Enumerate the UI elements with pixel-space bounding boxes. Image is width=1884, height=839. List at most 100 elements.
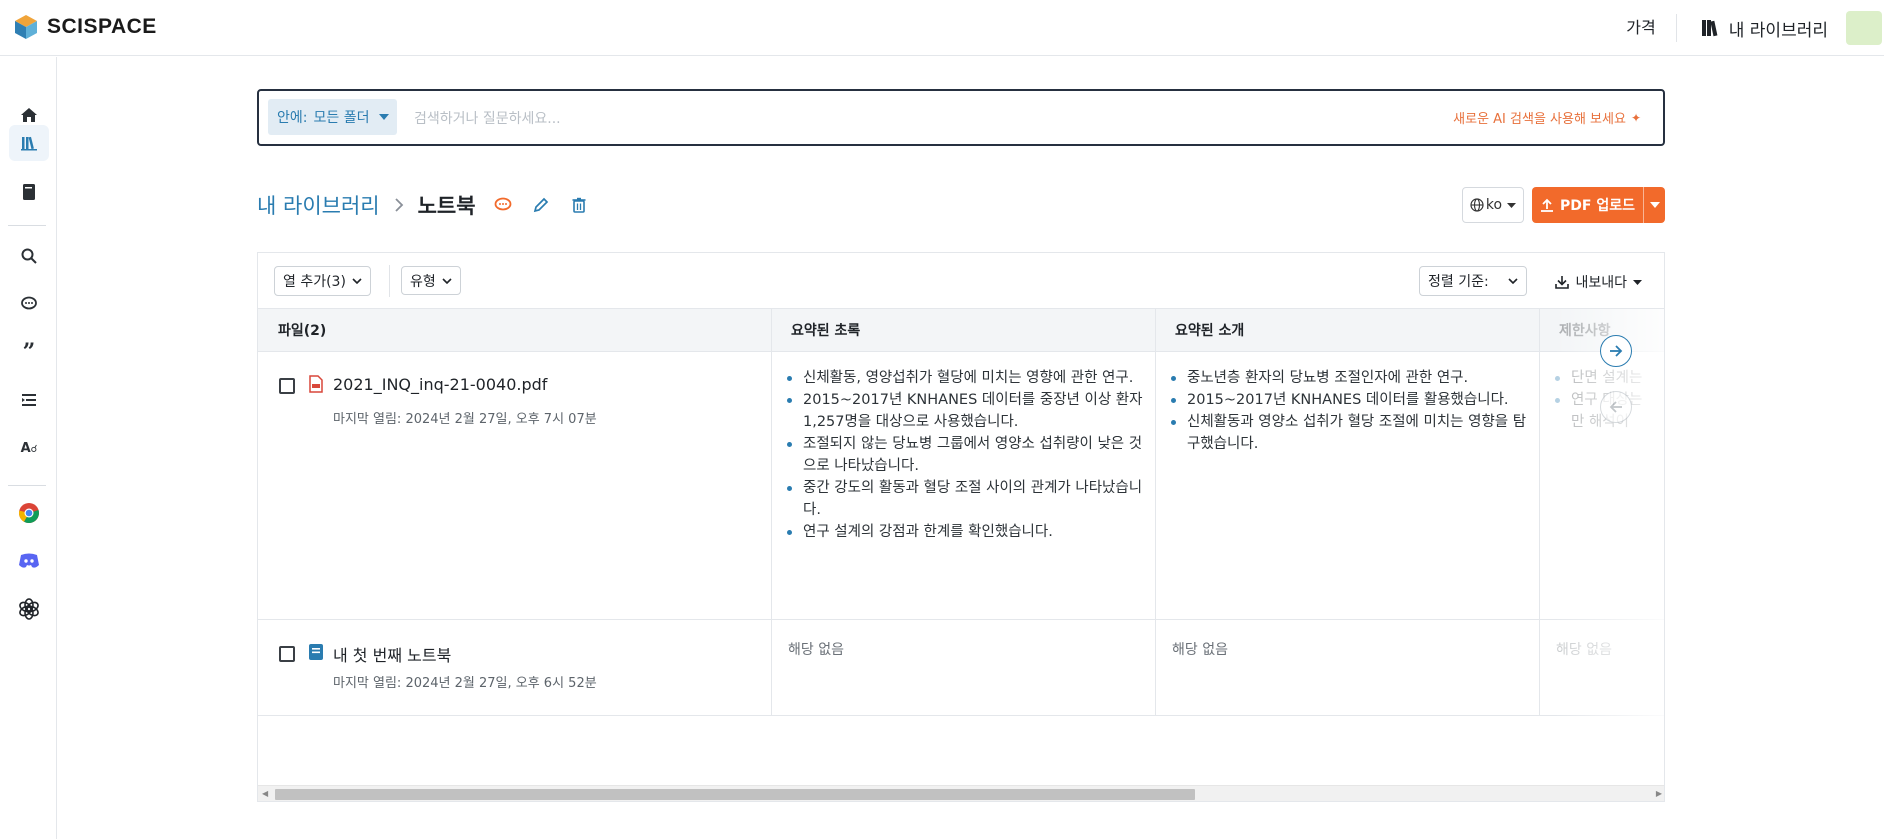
list-item: 중간 강도의 활동과 혈당 조절 사이의 관계가 나타났습니다. xyxy=(779,477,1149,521)
sidebar-outline[interactable] xyxy=(9,382,49,418)
table-row[interactable]: 2021_INQ_inq-21-0040.pdf 마지막 열림: 2024년 2… xyxy=(258,352,1664,620)
pricing-link[interactable]: 가격 xyxy=(1626,14,1677,42)
sidebar-ai-detector[interactable]: A☌ xyxy=(9,430,49,466)
table-row[interactable]: 내 첫 번째 노트북 마지막 열림: 2024년 2월 27일, 오후 6시 5… xyxy=(258,620,1664,716)
list-item: 신체활동과 영양소 섭취가 혈당 조절에 미치는 영향을 탐구했습니다. xyxy=(1163,411,1533,455)
notebook-file-icon xyxy=(309,644,323,660)
language-dropdown[interactable]: ko xyxy=(1462,187,1524,223)
scispace-logo-icon xyxy=(15,15,37,39)
sidebar-citation[interactable]: ” xyxy=(9,334,49,370)
brand-name: SCISPACE xyxy=(47,15,157,38)
sidebar-literature-search[interactable] xyxy=(9,238,49,274)
my-library-label: 내 라이브러리 xyxy=(1728,20,1828,41)
arrow-left-icon xyxy=(1609,401,1622,413)
book-icon xyxy=(23,184,35,200)
openai-icon xyxy=(19,598,39,620)
upload-options-dropdown[interactable] xyxy=(1644,202,1665,208)
chat-pdf-icon xyxy=(21,296,37,310)
sidebar-library[interactable] xyxy=(9,125,49,161)
list-item: 연구 설계의 강점과 한계를 확인했습니다. xyxy=(779,521,1149,543)
sidebar-discord[interactable] xyxy=(9,543,49,579)
sort-label: 정렬 기준: xyxy=(1428,274,1489,290)
sidebar-chat-pdf[interactable] xyxy=(9,286,49,322)
intro-cell[interactable]: 중노년층 환자의 당뇨병 조절인자에 관한 연구. 2015~2017년 KNH… xyxy=(1163,367,1533,455)
list-item: 2015~2017년 KNHANES 데이터를 활용했습니다. xyxy=(1163,389,1533,411)
discord-icon xyxy=(19,553,39,568)
citation-icon: ” xyxy=(22,339,36,365)
column-header-limitations[interactable]: 제한사항 xyxy=(1539,309,1611,351)
my-library-link[interactable]: 내 라이브러리 xyxy=(1701,16,1828,41)
caret-down-icon xyxy=(379,114,390,120)
scispace-logo[interactable]: SCISPACE xyxy=(13,14,157,40)
upload-icon xyxy=(1541,198,1553,212)
pencil-icon xyxy=(533,197,548,213)
type-filter-label: 유형 xyxy=(410,273,436,290)
column-header-intro[interactable]: 요약된 소개 xyxy=(1155,309,1244,351)
scroll-left-button[interactable] xyxy=(1600,391,1632,423)
column-header-file: 파일(2) xyxy=(278,323,327,339)
breadcrumb: 내 라이브러리 노트북 xyxy=(257,190,590,220)
toolbar-divider xyxy=(389,265,390,297)
file-name[interactable]: 내 첫 번째 노트북 xyxy=(333,642,451,666)
chevron-down-icon xyxy=(352,278,362,284)
type-filter-button[interactable]: 유형 xyxy=(401,266,461,295)
intro-cell[interactable]: 해당 없음 xyxy=(1172,639,1228,659)
list-item: 중노년층 환자의 당뇨병 조절인자에 관한 연구. xyxy=(1163,367,1533,389)
ai-search-label: 새로운 AI 검색을 사용해 보세요 xyxy=(1453,112,1626,127)
chrome-extension-icon xyxy=(18,503,39,524)
outline-icon xyxy=(22,394,36,406)
folder-scope-dropdown[interactable]: 안에: 모든 폴더 xyxy=(268,99,398,135)
search-input[interactable]: 검색하거나 질문하세요... xyxy=(414,108,561,128)
abstract-cell[interactable]: 해당 없음 xyxy=(788,639,844,659)
chevron-right-icon xyxy=(394,198,403,212)
rename-button[interactable] xyxy=(530,194,552,216)
row-select-checkbox[interactable] xyxy=(279,378,295,394)
intro-list: 중노년층 환자의 당뇨병 조절인자에 관한 연구. 2015~2017년 KNH… xyxy=(1163,367,1533,455)
chevron-down-icon xyxy=(1508,278,1518,284)
sidebar-chrome-extension[interactable] xyxy=(9,495,49,531)
export-label: 내보내다 xyxy=(1575,275,1627,291)
caret-down-icon xyxy=(1507,202,1517,208)
sidebar-notebook[interactable] xyxy=(9,174,49,210)
caret-down-icon xyxy=(1649,202,1660,208)
add-columns-button[interactable]: 열 추가(3) xyxy=(274,266,371,296)
notebook-table-card: 열 추가(3) 유형 정렬 기준: 내보내다 파일(2) 요약된 초록 요약된 … xyxy=(257,252,1665,802)
language-value: ko xyxy=(1485,197,1503,213)
pdf-upload-main[interactable]: PDF 업로드 xyxy=(1532,187,1644,223)
search-bar[interactable]: 안에: 모든 폴더 검색하거나 질문하세요... 새로운 AI 검색을 사용해 … xyxy=(257,89,1665,146)
scope-label: 안에: xyxy=(277,110,308,126)
pdf-upload-button[interactable]: PDF 업로드 xyxy=(1532,187,1665,223)
row-select-checkbox[interactable] xyxy=(279,646,295,662)
file-name[interactable]: 2021_INQ_inq-21-0040.pdf xyxy=(333,375,547,394)
scroll-right-arrow-icon[interactable]: ▶ xyxy=(1656,789,1662,798)
delete-button[interactable] xyxy=(568,194,590,216)
limitations-cell[interactable]: 해당 없음 xyxy=(1556,639,1612,659)
ai-search-link[interactable]: 새로운 AI 검색을 사용해 보세요 ✦ xyxy=(1453,108,1641,128)
globe-icon xyxy=(1470,198,1484,212)
download-icon xyxy=(1555,276,1570,289)
scrollbar-thumb[interactable] xyxy=(275,789,1195,800)
chevron-down-icon xyxy=(442,277,452,284)
chat-notebook-button[interactable] xyxy=(492,194,514,216)
library-icon xyxy=(21,136,37,151)
sort-dropdown[interactable]: 정렬 기준: xyxy=(1419,266,1527,296)
abstract-cell[interactable]: 신체활동, 영양섭취가 혈당에 미치는 영향에 관한 연구. 2015~2017… xyxy=(779,367,1149,543)
column-header-abstract[interactable]: 요약된 초록 xyxy=(771,309,860,351)
scope-value: 모든 폴더 xyxy=(313,110,370,126)
list-item: 단면 설계는 xyxy=(1547,367,1657,389)
pdf-file-icon xyxy=(309,375,323,393)
file-last-opened: 마지막 열림: 2024년 2월 27일, 오후 6시 52분 xyxy=(333,676,597,691)
file-last-opened: 마지막 열림: 2024년 2월 27일, 오후 7시 07분 xyxy=(333,412,597,427)
horizontal-scrollbar[interactable]: ◀ ▶ xyxy=(258,785,1664,801)
ai-detector-icon: A☌ xyxy=(20,440,38,456)
scroll-left-arrow-icon[interactable]: ◀ xyxy=(262,789,268,798)
user-avatar[interactable] xyxy=(1846,11,1882,45)
sidebar-divider xyxy=(8,225,46,226)
table-toolbar: 열 추가(3) 유형 정렬 기준: 내보내다 xyxy=(258,253,1664,308)
sparkle-icon: ✦ xyxy=(1630,110,1641,125)
scroll-right-button[interactable] xyxy=(1600,335,1632,367)
sidebar-openai[interactable] xyxy=(9,591,49,627)
export-button[interactable]: 내보내다 xyxy=(1555,272,1642,292)
breadcrumb-my-library[interactable]: 내 라이브러리 xyxy=(257,190,380,220)
breadcrumb-current: 노트북 xyxy=(417,194,476,218)
